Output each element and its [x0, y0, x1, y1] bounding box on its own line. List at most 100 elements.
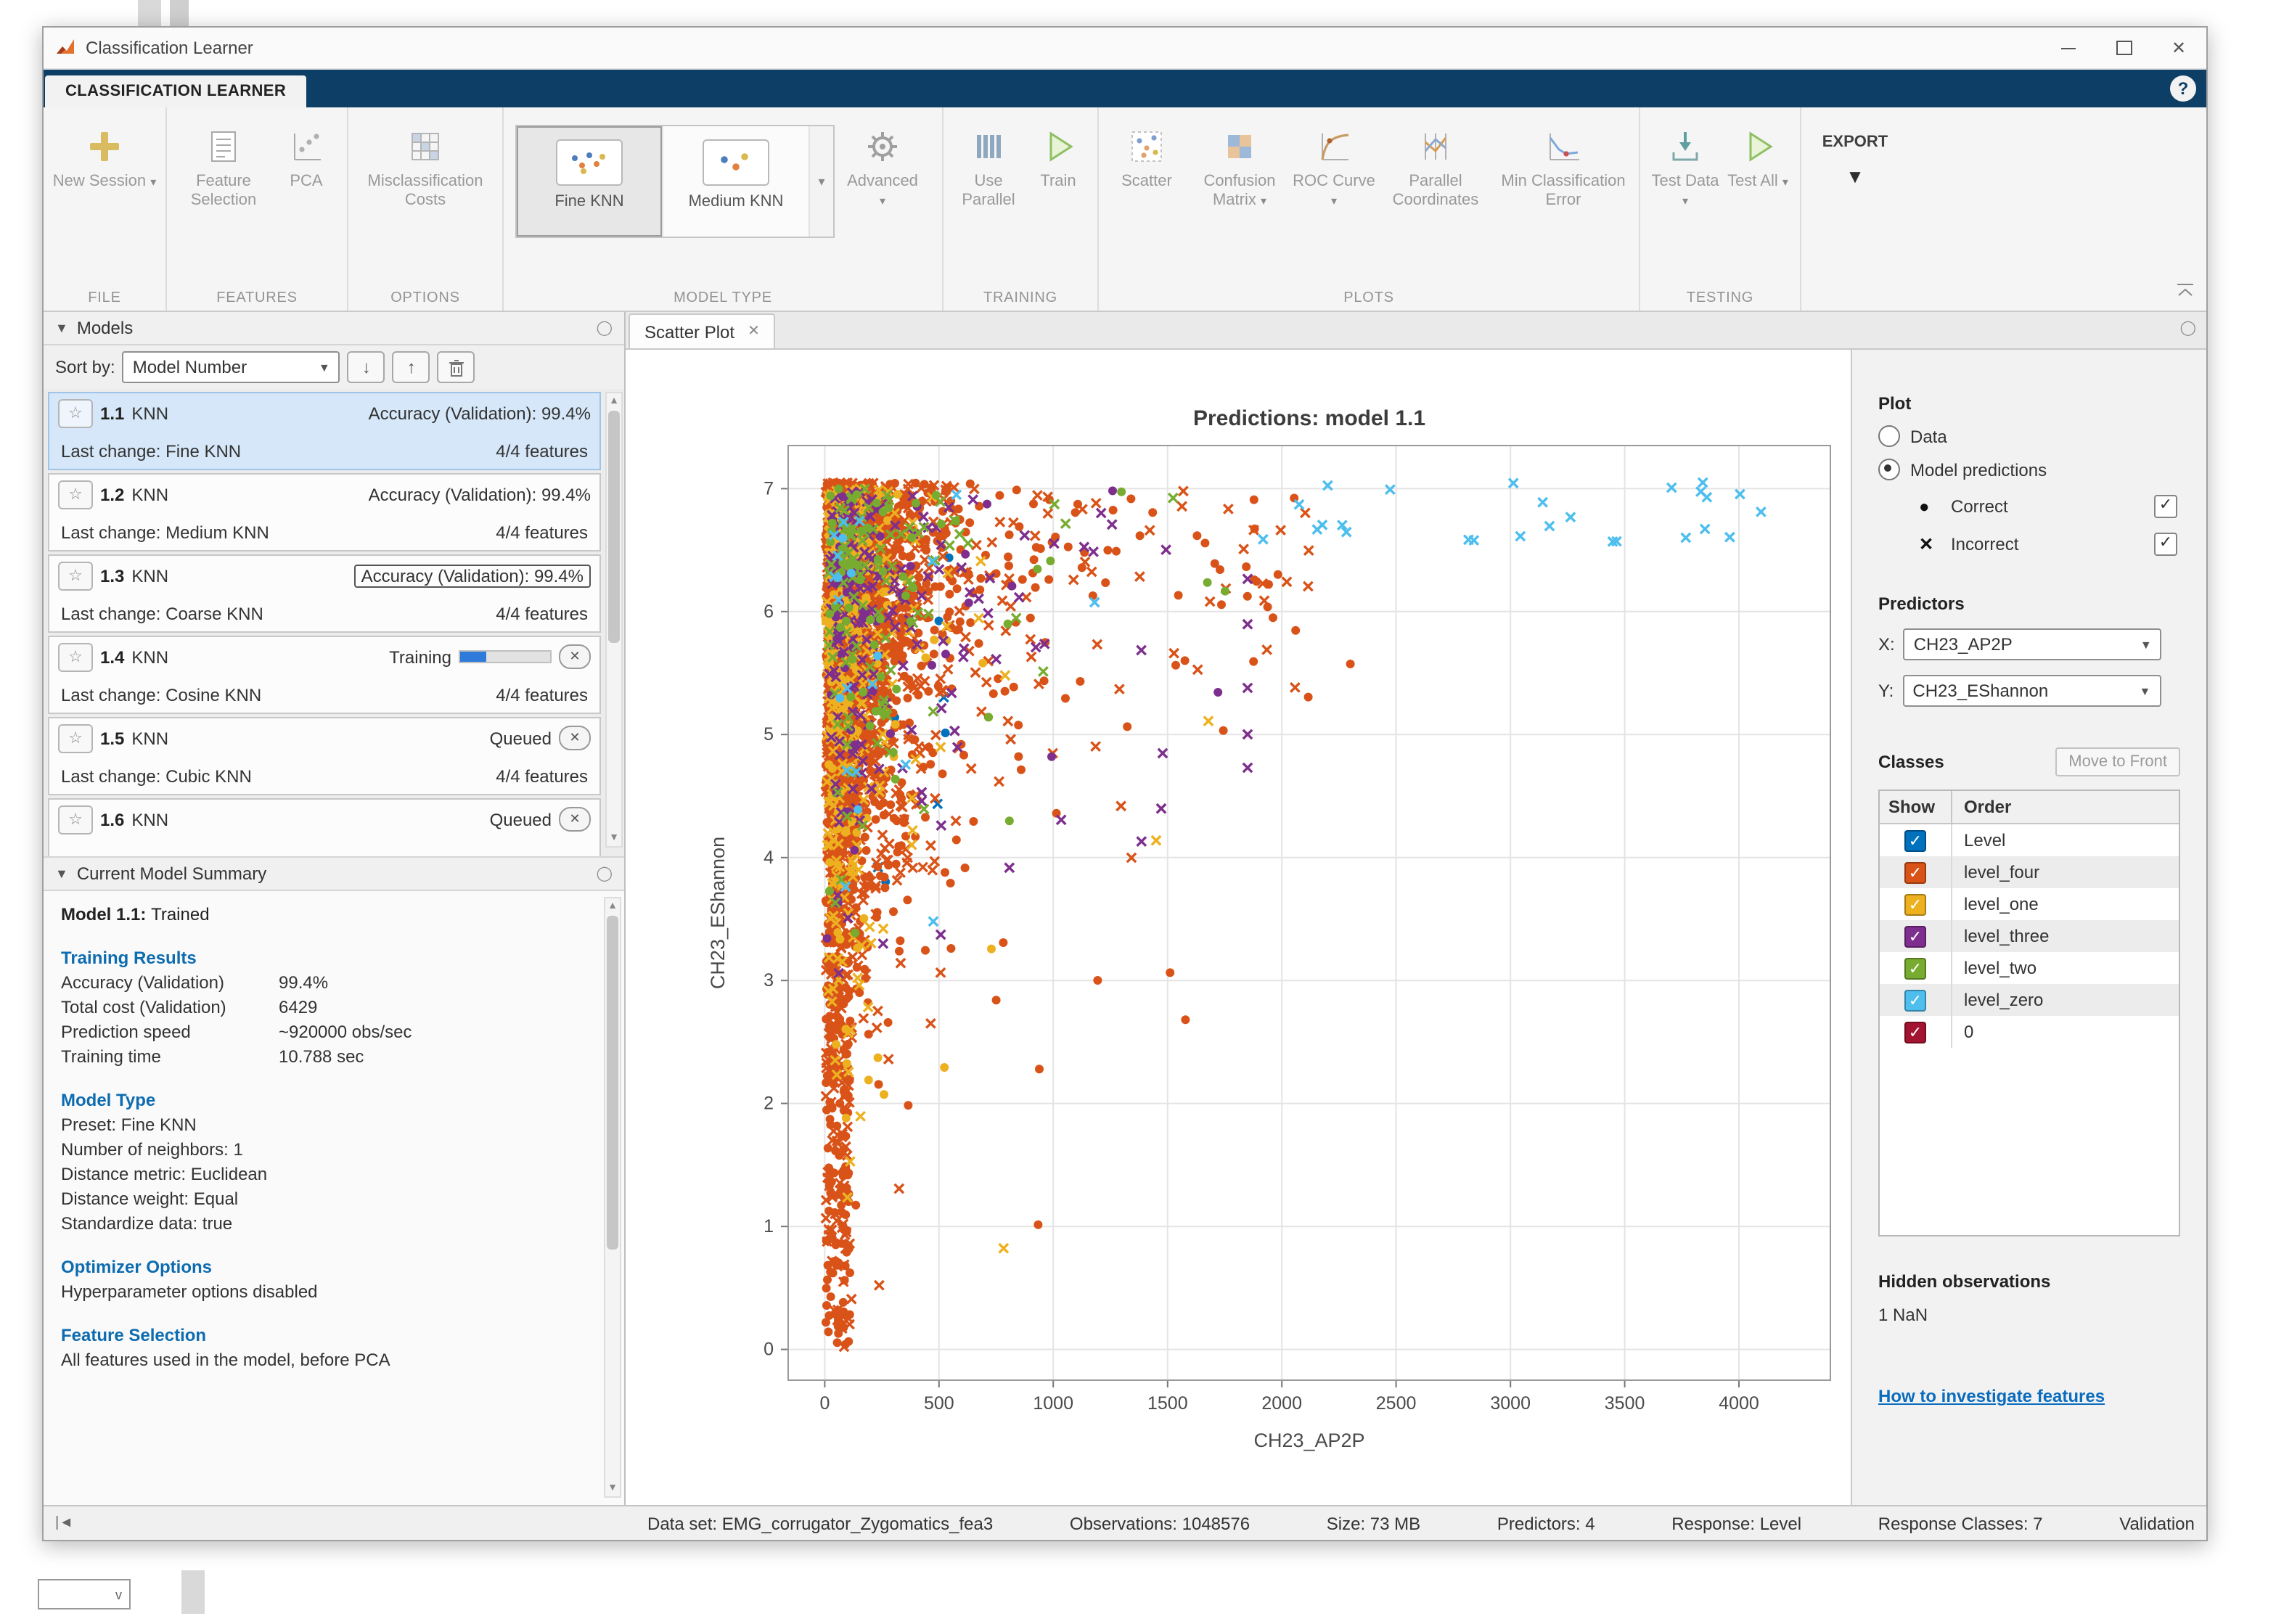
class-visibility-checkbox[interactable]: ✓ [1904, 925, 1926, 947]
summary-scrollbar[interactable]: ▲ ▼ [604, 897, 621, 1498]
model-card[interactable]: ☆1.4KNNTraining✕Last change: Cosine KNN4… [48, 636, 601, 714]
scroll-down-icon[interactable]: ▼ [607, 830, 621, 846]
class-row: ✓ level_one [1880, 888, 2179, 920]
model-card[interactable]: ☆1.3KNNAccuracy (Validation): 99.4%Last … [48, 554, 601, 633]
hidden-observations-value: 1 NaN [1878, 1305, 2206, 1325]
chevron-down-icon: ▾ [1331, 194, 1337, 208]
incorrect-checkbox[interactable]: ✓ [2154, 533, 2177, 556]
favorite-star-button[interactable]: ☆ [58, 561, 93, 590]
scatter-plot-button[interactable]: Scatter [1106, 110, 1187, 192]
delete-model-button[interactable] [438, 351, 475, 383]
favorite-star-button[interactable]: ☆ [58, 480, 93, 509]
parallel-coordinates-button[interactable]: Parallel Coordinates [1376, 110, 1495, 210]
class-visibility-checkbox[interactable]: ✓ [1904, 861, 1926, 883]
sort-ascending-button[interactable]: ↑ [393, 351, 430, 383]
roc-curve-button[interactable]: ROC Curve ▾ [1292, 110, 1376, 210]
cancel-training-button[interactable]: ✕ [559, 644, 591, 669]
pca-button[interactable]: PCA [273, 110, 340, 192]
advanced-button[interactable]: Advanced▾ [835, 110, 930, 210]
titlebar[interactable]: Classification Learner ✕ [44, 28, 2206, 70]
models-panel-title: Models [77, 318, 133, 338]
class-name: level_one [1952, 894, 2039, 914]
svg-text:2000: 2000 [1261, 1393, 1302, 1414]
maximize-button[interactable] [2096, 28, 2151, 68]
model-card[interactable]: ☆1.5KNNQueued✕Last change: Cubic KNN4/4 … [48, 717, 601, 795]
confusion-matrix-button[interactable]: Confusion Matrix ▾ [1187, 110, 1292, 210]
document-tabbar: Scatter Plot✕ ◯ [626, 312, 2206, 350]
panel-menu-icon[interactable]: ◯ [2180, 321, 2196, 337]
misclassification-costs-button[interactable]: Misclassification Costs [356, 110, 495, 210]
summary-content-sections: Training ResultsAccuracy (Validation)99.… [61, 946, 586, 1373]
scrollbar-thumb[interactable] [608, 411, 620, 643]
feature-selection-button[interactable]: Feature Selection [174, 110, 273, 210]
model-fine-knn[interactable]: Fine KNN [517, 126, 663, 237]
svg-text:3500: 3500 [1605, 1393, 1645, 1414]
correct-checkbox[interactable]: ✓ [2154, 495, 2177, 518]
model-card[interactable]: ☆1.1KNNAccuracy (Validation): 99.4%Last … [48, 392, 601, 470]
radio-model-predictions[interactable]: Model predictions [1878, 459, 2206, 480]
sort-by-dropdown[interactable]: Model Number▼ [123, 351, 340, 383]
ribbon-group-plots: Scatter Confusion Matrix ▾ ROC Curv [1099, 107, 1640, 311]
model-list: ☆1.1KNNAccuracy (Validation): 99.4%Last … [44, 389, 624, 856]
ribbon-group-training: Use Parallel Train TRAINING [943, 107, 1099, 311]
class-visibility-checkbox[interactable]: ✓ [1904, 829, 1926, 851]
class-name: Level [1952, 830, 2005, 850]
train-button[interactable]: Train [1026, 110, 1090, 192]
tab-scatter-plot[interactable]: Scatter Plot✕ [629, 313, 776, 348]
scroll-up-icon[interactable]: ▲ [607, 393, 621, 409]
model-card[interactable]: ☆1.2KNNAccuracy (Validation): 99.4%Last … [48, 473, 601, 551]
collapse-ribbon-button[interactable] [2176, 279, 2195, 305]
pca-icon [284, 125, 328, 168]
favorite-star-button[interactable]: ☆ [58, 723, 93, 752]
close-button[interactable]: ✕ [2151, 28, 2206, 68]
model-id: 1.5 [100, 728, 124, 748]
cancel-queued-button[interactable]: ✕ [559, 726, 591, 750]
panel-menu-icon[interactable]: ◯ [597, 866, 613, 882]
sort-descending-button[interactable]: ↓ [348, 351, 385, 383]
class-visibility-checkbox[interactable]: ✓ [1904, 989, 1926, 1011]
class-name: level_four [1952, 862, 2039, 882]
class-visibility-checkbox[interactable]: ✓ [1904, 893, 1926, 915]
model-last-change: Last change: Cubic KNN [61, 766, 252, 786]
gallery-expand-button[interactable]: ▾ [810, 126, 833, 237]
min-classification-error-button[interactable]: Min Classification Error [1495, 110, 1632, 210]
help-button[interactable]: ? [2170, 75, 2196, 102]
scroll-up-icon[interactable]: ▲ [605, 898, 620, 914]
collapse-triangle-icon[interactable]: ▼ [55, 866, 68, 881]
roc-curve-icon [1312, 125, 1356, 168]
group-caption-features: FEATURES [167, 290, 347, 306]
y-predictor-dropdown[interactable]: CH23_EShannon▼ [1902, 675, 2161, 707]
class-visibility-checkbox[interactable]: ✓ [1904, 957, 1926, 979]
collapse-triangle-icon[interactable]: ▼ [55, 321, 68, 335]
model-card[interactable]: ☆1.6KNNQueued✕ [48, 798, 601, 856]
panel-menu-icon[interactable]: ◯ [597, 320, 613, 336]
gear-icon [861, 125, 904, 168]
models-panel-header[interactable]: ▼ Models ◯ [44, 312, 624, 345]
favorite-star-button[interactable]: ☆ [58, 805, 93, 834]
cancel-queued-button[interactable]: ✕ [559, 807, 591, 832]
desktop-dropdown[interactable]: v [38, 1579, 131, 1609]
close-tab-icon[interactable]: ✕ [748, 324, 760, 340]
investigate-features-link[interactable]: How to investigate features [1878, 1386, 2105, 1406]
tab-classification-learner[interactable]: CLASSIFICATION LEARNER [45, 75, 306, 107]
svg-text:1000: 1000 [1033, 1393, 1073, 1414]
scroll-down-icon[interactable]: ▼ [605, 1480, 620, 1496]
move-to-front-button[interactable]: Move to Front [2055, 747, 2180, 776]
use-parallel-button[interactable]: Use Parallel [951, 110, 1026, 210]
summary-panel-header[interactable]: ▼ Current Model Summary ◯ [44, 856, 624, 891]
x-predictor-dropdown[interactable]: CH23_AP2P▼ [1904, 628, 2162, 660]
favorite-star-button[interactable]: ☆ [58, 398, 93, 427]
test-all-button[interactable]: Test All ▾ [1723, 110, 1793, 192]
test-data-button[interactable]: Test Data ▾ [1647, 110, 1723, 210]
scatter-plot-canvas[interactable]: 0500100015002000250030003500400001234567… [626, 350, 1851, 1505]
skip-to-start-icon[interactable]: |◄ [55, 1515, 73, 1531]
minimize-button[interactable] [2041, 28, 2096, 68]
models-scrollbar[interactable]: ▲ ▼ [605, 392, 623, 848]
model-medium-knn[interactable]: Medium KNN [663, 126, 810, 237]
export-button[interactable]: EXPORT ▼ [1809, 110, 1902, 187]
new-session-button[interactable]: New Session ▾ [51, 110, 158, 192]
radio-data[interactable]: Data [1878, 425, 2206, 447]
favorite-star-button[interactable]: ☆ [58, 642, 93, 671]
scrollbar-thumb[interactable] [607, 916, 618, 1250]
class-visibility-checkbox[interactable]: ✓ [1904, 1021, 1926, 1043]
